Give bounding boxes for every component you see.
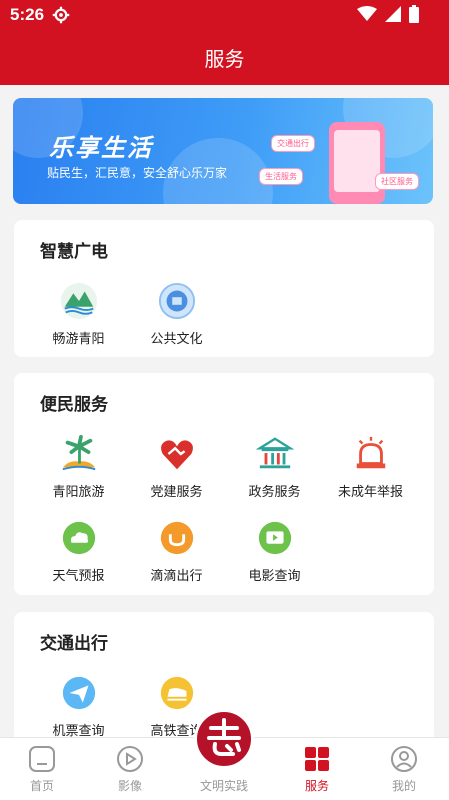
train-icon: [160, 676, 193, 710]
tab-home[interactable]: 首页: [2, 738, 82, 800]
heart-handshake-icon: [160, 440, 193, 470]
profile-icon: [391, 746, 417, 772]
service-item-label: 党建服务: [150, 485, 203, 500]
service-item-minor-report[interactable]: 未成年举报: [323, 435, 418, 500]
tab-services[interactable]: 服务: [277, 738, 357, 800]
service-item-label: 青阳旅游: [52, 485, 105, 500]
service-item-label: 滴滴出行: [150, 569, 203, 584]
service-item-label: 天气预报: [52, 569, 105, 584]
section-convenience-services: 便民服务 青阳旅游 党建服务 政务服务 未成年举报 天气预报 滴滴出行 电影查询: [14, 373, 434, 595]
home-icon: [29, 746, 55, 772]
system-icons: [357, 5, 419, 23]
phone-illustration: [329, 122, 385, 204]
service-item-party-building[interactable]: 党建服务: [129, 435, 224, 500]
banner-tag: 生活服务: [259, 168, 303, 185]
service-item-label: 电影查询: [248, 569, 301, 584]
service-item-tourism[interactable]: 青阳旅游: [31, 435, 126, 500]
palm-tree-icon: [62, 435, 95, 471]
app-header: 5:26 服务: [0, 0, 449, 85]
status-time: 5:26: [10, 5, 45, 24]
service-item-government[interactable]: 政务服务: [227, 435, 322, 500]
didi-icon: [160, 521, 193, 555]
tab-label: 服务: [304, 779, 329, 793]
tab-civilization-practice[interactable]: [194, 709, 254, 769]
cloud-icon: [62, 521, 95, 555]
wifi-icon: [357, 6, 377, 21]
tab-label: 首页: [29, 779, 54, 793]
service-item-weather[interactable]: 天气预报: [31, 519, 126, 584]
service-item-changyou[interactable]: 畅游青阳: [31, 282, 126, 347]
section-title: 智慧广电: [40, 242, 108, 262]
service-item-label: 政务服务: [248, 485, 301, 500]
grid-icon: [305, 747, 329, 771]
service-item-didi[interactable]: 滴滴出行: [129, 519, 224, 584]
battery-icon: [409, 5, 419, 23]
play-icon: [117, 746, 143, 772]
page-title: 服务: [204, 47, 245, 71]
promo-banner[interactable]: 乐享生活 贴民生，汇民意，安全舒心乐万家 交通出行 生活服务 社区服务: [13, 98, 433, 204]
service-item-label: 畅游青阳: [52, 332, 105, 347]
emblem-icon: [207, 718, 241, 756]
tab-label: 文明实践: [199, 779, 248, 793]
section-smart-broadcast: 智慧广电 畅游青阳 公共文化: [14, 220, 434, 357]
banner-subtitle: 贴民生，汇民意，安全舒心乐万家: [47, 166, 228, 180]
banner-title: 乐享生活: [49, 134, 153, 162]
banner-tag: 社区服务: [375, 173, 419, 190]
service-item-label: 公共文化: [150, 332, 203, 347]
settings-gear-icon: [52, 6, 70, 24]
service-item-flight[interactable]: 机票查询: [31, 674, 126, 739]
tab-label: 我的: [391, 779, 416, 793]
signal-icon: [385, 6, 401, 22]
tab-video[interactable]: 影像: [90, 738, 170, 800]
tv-icon: [258, 521, 291, 555]
status-bar: 5:26: [0, 0, 449, 30]
service-item-movie[interactable]: 电影查询: [227, 519, 322, 584]
service-item-label: 未成年举报: [337, 485, 403, 500]
paper-plane-icon: [62, 676, 95, 710]
section-title: 便民服务: [40, 395, 108, 415]
banner-tag: 交通出行: [271, 135, 315, 152]
culture-icon: [158, 282, 195, 320]
alarm-icon: [356, 436, 385, 469]
section-title: 交通出行: [40, 634, 108, 654]
landscape-icon: [60, 282, 97, 320]
tab-label: 影像: [117, 779, 142, 793]
government-building-icon: [255, 437, 294, 469]
tab-profile[interactable]: 我的: [364, 738, 444, 800]
service-item-public-culture[interactable]: 公共文化: [129, 282, 224, 347]
